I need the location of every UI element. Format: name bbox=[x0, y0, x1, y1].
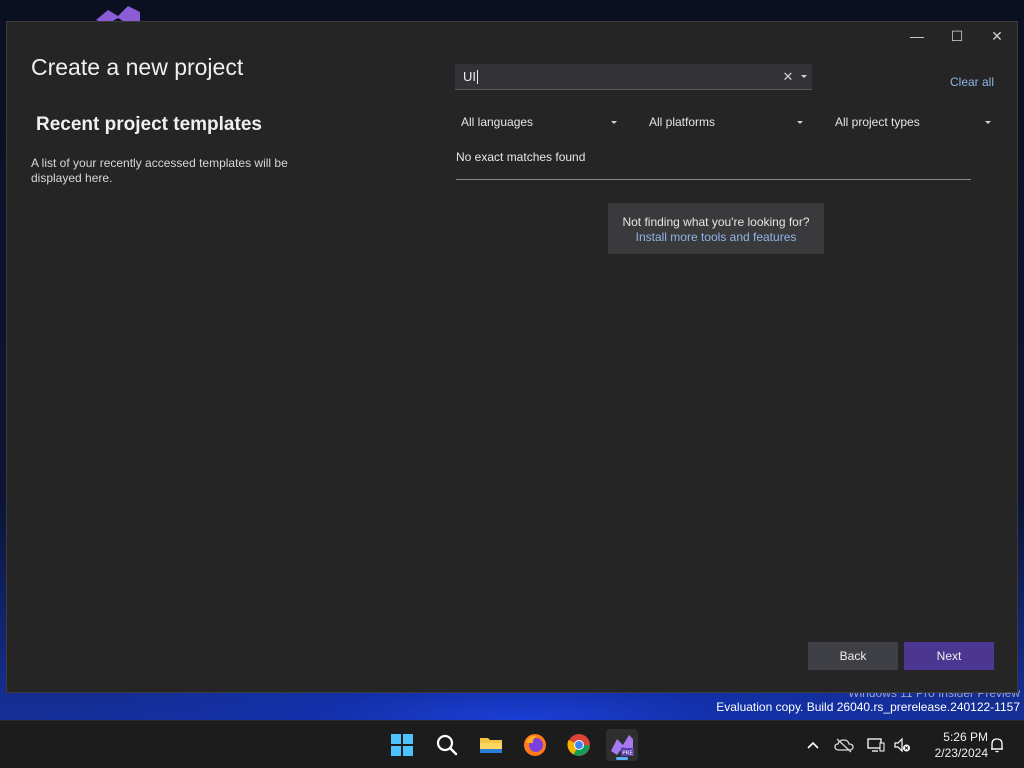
chevron-down-icon bbox=[985, 120, 991, 124]
language-filter-dropdown[interactable]: All languages bbox=[455, 111, 623, 133]
system-clock[interactable]: 5:26 PM 2/23/2024 bbox=[918, 729, 988, 761]
watermark-build: Evaluation copy. Build 26040.rs_prerelea… bbox=[716, 700, 1020, 714]
template-search-input[interactable]: UI ✕ bbox=[455, 64, 812, 90]
close-button[interactable]: ✕ bbox=[977, 22, 1017, 50]
window-controls: — ☐ ✕ bbox=[897, 22, 1017, 50]
clock-time: 5:26 PM bbox=[943, 730, 988, 744]
active-app-indicator bbox=[616, 757, 628, 760]
create-project-dialog: — ☐ ✕ Create a new project Recent projec… bbox=[6, 21, 1018, 693]
chrome-icon[interactable] bbox=[563, 729, 595, 761]
project-type-filter-dropdown[interactable]: All project types bbox=[829, 111, 997, 133]
network-icon[interactable] bbox=[866, 735, 886, 755]
file-explorer-icon[interactable] bbox=[475, 729, 507, 761]
taskbar: PRE 5:26 PM 2/23/2024 bbox=[0, 720, 1024, 768]
volume-muted-icon[interactable] bbox=[892, 735, 912, 755]
back-button[interactable]: Back bbox=[808, 642, 898, 670]
help-question: Not finding what you're looking for? bbox=[622, 215, 810, 229]
onedrive-offline-icon[interactable] bbox=[834, 735, 854, 755]
install-more-tools-link[interactable]: Install more tools and features bbox=[608, 230, 824, 245]
page-title: Create a new project bbox=[31, 54, 244, 80]
search-input-value[interactable]: UI bbox=[455, 69, 780, 85]
maximize-button[interactable]: ☐ bbox=[937, 22, 977, 50]
install-more-card: Not finding what you're looking for? Ins… bbox=[608, 203, 824, 254]
platform-filter-dropdown[interactable]: All platforms bbox=[643, 111, 809, 133]
results-divider bbox=[456, 179, 971, 180]
notification-bell-icon[interactable] bbox=[987, 735, 1007, 755]
recent-templates-description: A list of your recently accessed templat… bbox=[31, 156, 288, 185]
firefox-icon[interactable] bbox=[519, 729, 551, 761]
start-icon[interactable] bbox=[386, 729, 418, 761]
recent-templates-heading: Recent project templates bbox=[36, 114, 262, 135]
show-hidden-icons-chevron-up-icon[interactable] bbox=[803, 735, 823, 755]
platform-filter-label: All platforms bbox=[649, 115, 716, 129]
next-button[interactable]: Next bbox=[904, 642, 994, 670]
minimize-button[interactable]: — bbox=[897, 22, 937, 50]
clock-date: 2/23/2024 bbox=[934, 746, 988, 760]
search-history-dropdown-icon[interactable] bbox=[796, 75, 812, 78]
clear-search-icon[interactable]: ✕ bbox=[780, 69, 796, 85]
chevron-down-icon bbox=[611, 120, 617, 124]
clear-all-link[interactable]: Clear all bbox=[950, 75, 994, 89]
text-cursor bbox=[477, 70, 478, 85]
preview-badge: PRE bbox=[622, 751, 633, 757]
language-filter-label: All languages bbox=[461, 115, 534, 129]
no-results-message: No exact matches found bbox=[456, 150, 586, 164]
project-type-filter-label: All project types bbox=[835, 115, 920, 129]
chevron-down-icon bbox=[797, 120, 803, 124]
search-icon[interactable] bbox=[431, 729, 463, 761]
visual-studio-preview-icon[interactable]: PRE bbox=[606, 729, 638, 761]
